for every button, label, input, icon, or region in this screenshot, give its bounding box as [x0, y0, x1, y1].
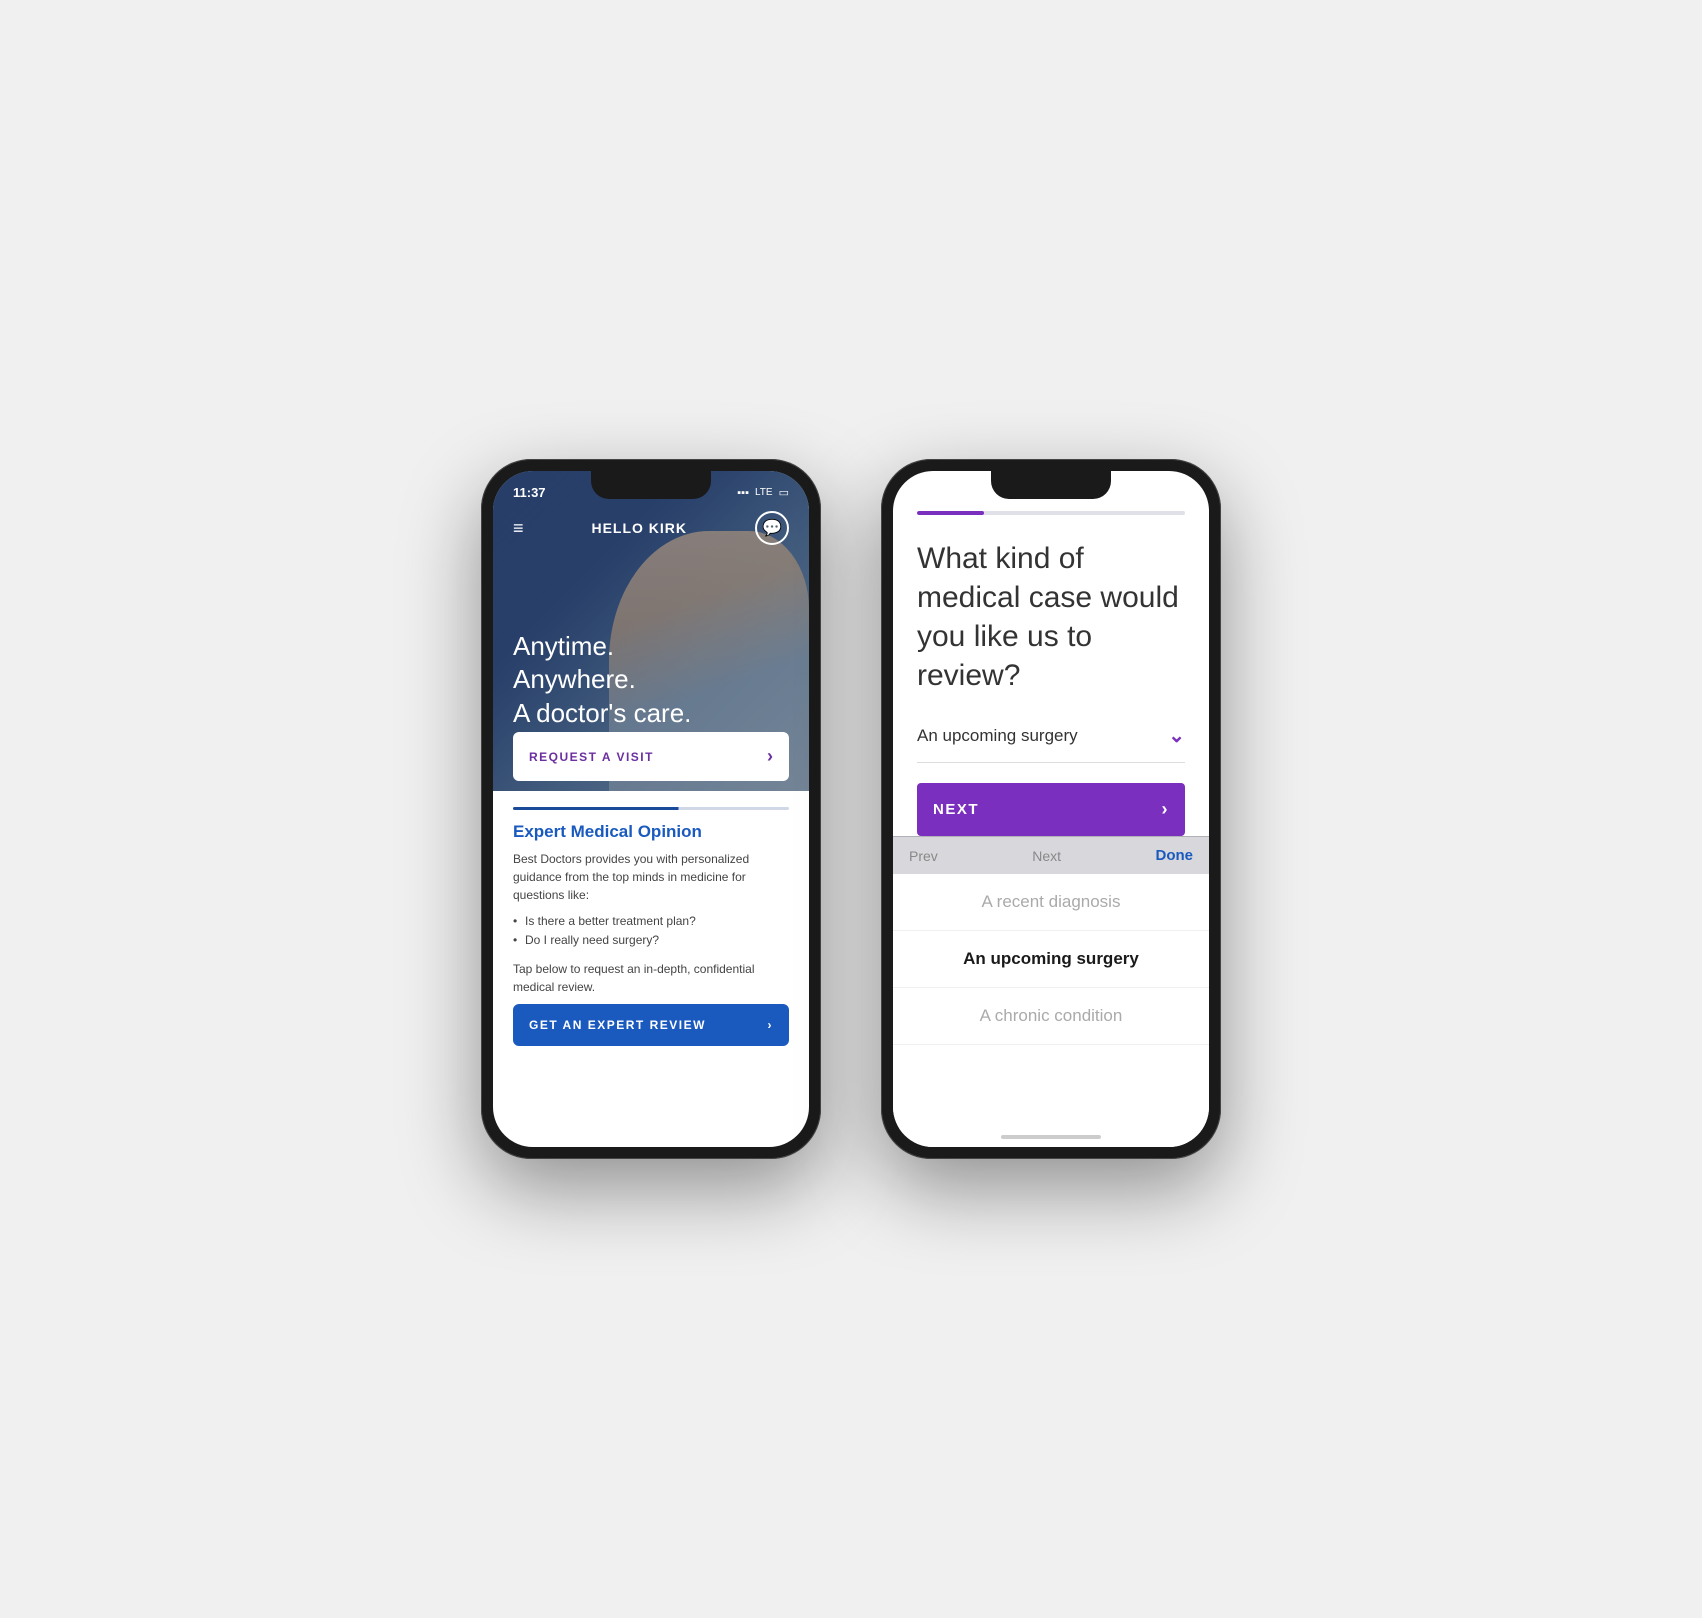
bullet-item-1: Is there a better treatment plan? — [513, 912, 789, 931]
next-button[interactable]: NEXT › — [917, 783, 1185, 836]
notch-1 — [591, 471, 711, 499]
next-label: NEXT — [933, 801, 979, 818]
hero-headline: Anytime. Anywhere. A doctor's care. — [513, 630, 691, 731]
hero-text: Anytime. Anywhere. A doctor's care. — [513, 630, 691, 731]
dropdown-row[interactable]: An upcoming surgery ⌄ — [917, 723, 1185, 763]
phone-1: 11:37 ▪▪▪ LTE ▭ ≡ HELLO KIRK 💬 — [481, 459, 821, 1159]
cta-arrow: › — [768, 1018, 774, 1032]
tap-text: Tap below to request an in-depth, confid… — [513, 960, 789, 996]
phone-1-screen: 11:37 ▪▪▪ LTE ▭ ≡ HELLO KIRK 💬 — [493, 471, 809, 1147]
dropdown-option-1[interactable]: A recent diagnosis — [893, 874, 1209, 931]
battery-icon: ▭ — [779, 486, 789, 499]
done-button[interactable]: Done — [1156, 847, 1194, 864]
phone-2-screen: What kind of medical case would you like… — [893, 471, 1209, 1147]
lte-label: LTE — [755, 487, 773, 498]
divider-bar — [513, 807, 789, 810]
next-arrow: › — [1162, 799, 1170, 820]
prev-button[interactable]: Prev — [909, 848, 938, 864]
notch-2 — [991, 471, 1111, 499]
question-title: What kind of medical case would you like… — [917, 539, 1185, 695]
dropdown-selected-value: An upcoming surgery — [917, 726, 1078, 746]
progress-bar-fill — [917, 511, 984, 515]
chat-icon-button[interactable]: 💬 — [755, 511, 789, 545]
keyboard-toolbar: Prev Next Done — [893, 836, 1209, 874]
request-visit-button[interactable]: REQUEST A VISIT › — [513, 732, 789, 781]
expert-review-button[interactable]: GET AN EXPERT REVIEW › — [513, 1004, 789, 1046]
request-visit-label: REQUEST A VISIT — [529, 750, 654, 764]
phone-2: What kind of medical case would you like… — [881, 459, 1221, 1159]
next-toolbar-button[interactable]: Next — [1032, 848, 1061, 864]
signal-icon: ▪▪▪ — [737, 487, 749, 499]
hero-section: 11:37 ▪▪▪ LTE ▭ ≡ HELLO KIRK 💬 — [493, 471, 809, 791]
progress-bar-container — [917, 511, 1185, 515]
dropdown-option-2[interactable]: An upcoming surgery — [893, 931, 1209, 988]
status-icons: ▪▪▪ LTE ▭ — [737, 486, 789, 499]
home-indicator-2 — [1001, 1135, 1101, 1139]
phone2-top: What kind of medical case would you like… — [893, 471, 1209, 836]
bullet-list: Is there a better treatment plan? Do I r… — [513, 912, 789, 950]
nav-title: HELLO KIRK — [591, 520, 687, 536]
hamburger-icon[interactable]: ≡ — [513, 519, 524, 537]
home-indicator-1 — [601, 1135, 701, 1139]
cta-label: GET AN EXPERT REVIEW — [529, 1018, 706, 1032]
request-visit-arrow: › — [767, 746, 773, 767]
dropdown-chevron-icon: ⌄ — [1168, 723, 1185, 748]
dropdown-options-list: A recent diagnosis An upcoming surgery A… — [893, 874, 1209, 1147]
dropdown-option-3[interactable]: A chronic condition — [893, 988, 1209, 1045]
phones-container: 11:37 ▪▪▪ LTE ▭ ≡ HELLO KIRK 💬 — [481, 459, 1221, 1159]
section-body: Best Doctors provides you with personali… — [513, 850, 789, 904]
bullet-item-2: Do I really need surgery? — [513, 931, 789, 950]
nav-bar: ≡ HELLO KIRK 💬 — [493, 511, 809, 545]
status-time: 11:37 — [513, 485, 546, 500]
phone1-content-wrapper: 11:37 ▪▪▪ LTE ▭ ≡ HELLO KIRK 💬 — [493, 471, 809, 1147]
section-title: Expert Medical Opinion — [513, 822, 789, 842]
expert-opinion-section: Expert Medical Opinion Best Doctors prov… — [493, 791, 809, 1147]
phone2-content-wrapper: What kind of medical case would you like… — [893, 471, 1209, 1147]
